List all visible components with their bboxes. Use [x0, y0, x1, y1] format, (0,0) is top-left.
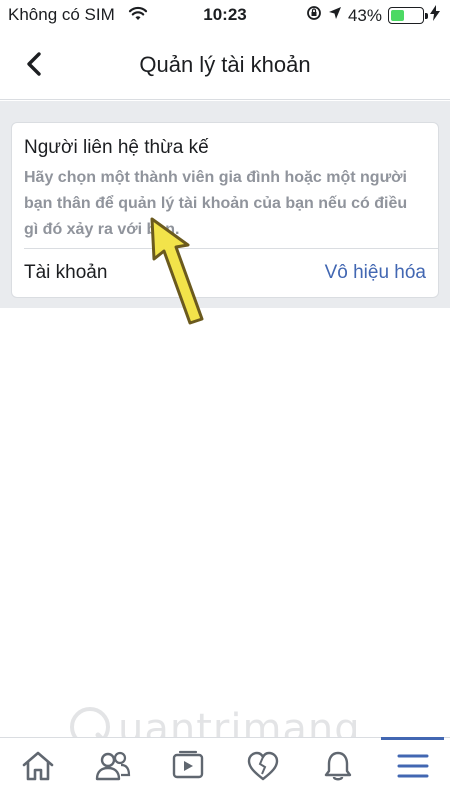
- tab-menu[interactable]: [375, 737, 450, 799]
- heart-icon: [246, 750, 280, 787]
- tab-dating[interactable]: [225, 738, 300, 799]
- battery-percent: 43%: [347, 5, 382, 25]
- bell-icon: [323, 750, 353, 787]
- arrow-annotation-icon: [140, 215, 220, 332]
- legacy-contact-card: Người liên hệ thừa kế Hãy chọn một thành…: [11, 122, 439, 298]
- home-icon: [21, 750, 55, 787]
- divider: [24, 248, 438, 249]
- battery-icon: [388, 7, 428, 24]
- rotation-lock-icon: [306, 5, 322, 26]
- video-icon: [171, 750, 205, 787]
- location-icon: [328, 6, 342, 25]
- legacy-contact-description: Hãy chọn một thành viên gia đình hoặc mộ…: [24, 169, 408, 238]
- bottom-tab-bar: [0, 737, 450, 799]
- deactivate-account-link[interactable]: Vô hiệu hóa: [325, 262, 426, 284]
- tab-watch[interactable]: [150, 738, 225, 799]
- charging-icon: [430, 5, 440, 26]
- tab-home[interactable]: [0, 738, 75, 799]
- tab-notifications[interactable]: [300, 738, 375, 799]
- battery-fill: [391, 10, 404, 21]
- status-bar: Không có SIM 10:23 43%: [0, 0, 450, 32]
- friends-icon: [95, 750, 131, 787]
- nav-header: Quản lý tài khoản: [0, 32, 450, 100]
- tab-friends[interactable]: [75, 738, 150, 799]
- page-title: Quản lý tài khoản: [139, 52, 311, 77]
- legacy-contact-title[interactable]: Người liên hệ thừa kế: [24, 137, 209, 159]
- account-row-label: Tài khoản: [24, 262, 108, 283]
- menu-icon: [396, 751, 430, 786]
